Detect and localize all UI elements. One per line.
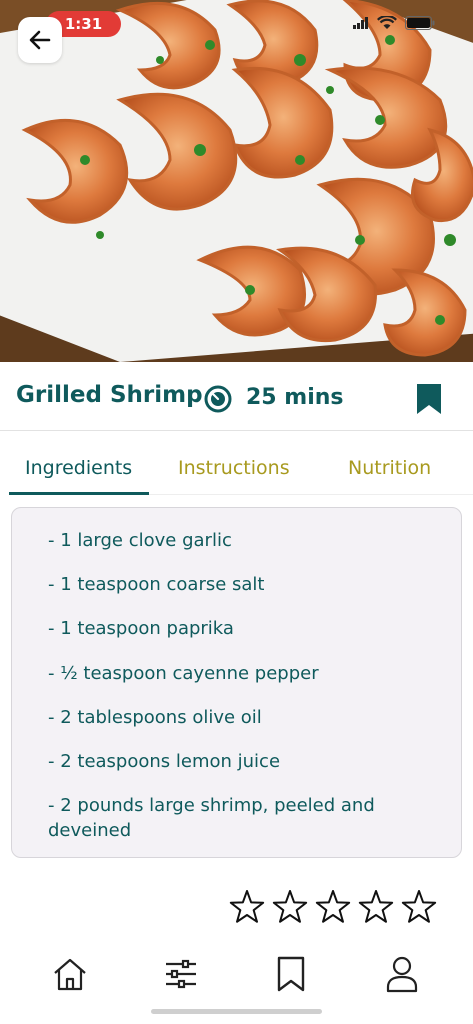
filter-sliders-icon (166, 959, 196, 989)
back-arrow-icon (29, 30, 51, 50)
nav-home[interactable] (50, 954, 90, 994)
star-icon[interactable] (229, 889, 265, 925)
battery-icon (405, 16, 435, 30)
wifi-icon (377, 16, 397, 29)
shrimp-plate-illustration (0, 0, 473, 362)
bookmark-icon (277, 956, 305, 992)
cook-time: 25 mins (246, 385, 344, 410)
signal-icon (353, 17, 368, 29)
save-bookmark-icon[interactable] (416, 383, 442, 415)
active-tab-indicator (9, 492, 149, 495)
ingredient-item: - ½ teaspoon cayenne pepper (48, 663, 319, 684)
star-icon[interactable] (401, 889, 437, 925)
rating-stars (229, 889, 437, 925)
tabs-divider (149, 494, 473, 495)
recipe-title: Grilled Shrimp (16, 382, 203, 408)
back-button[interactable] (18, 17, 62, 63)
nav-saved[interactable] (271, 954, 311, 994)
timer-icon (204, 385, 232, 413)
ingredient-item: - 1 teaspoon coarse salt (48, 574, 265, 595)
recipe-header: Grilled Shrimp 25 mins (0, 362, 473, 431)
recipe-tabs: Ingredients Instructions Nutrition (0, 444, 473, 496)
status-icons (353, 16, 435, 30)
ingredient-item: - 2 pounds large shrimp, peeled and deve… (48, 795, 375, 841)
star-icon[interactable] (315, 889, 351, 925)
star-icon[interactable] (358, 889, 394, 925)
tab-ingredients[interactable]: Ingredients (25, 457, 132, 479)
profile-icon (386, 956, 418, 993)
ingredient-item: - 1 large clove garlic (48, 530, 232, 551)
ingredients-card: - 1 large clove garlic - 1 teaspoon coar… (11, 507, 462, 858)
nav-filters[interactable] (161, 954, 201, 994)
home-indicator (151, 1009, 322, 1014)
recipe-photo (0, 0, 473, 362)
nav-profile[interactable] (382, 954, 422, 994)
ingredient-item: - 1 teaspoon paprika (48, 618, 234, 639)
star-icon[interactable] (272, 889, 308, 925)
ingredient-item: - 2 tablespoons olive oil (48, 707, 262, 728)
ingredient-item: - 2 teaspoons lemon juice (48, 751, 281, 772)
tab-instructions[interactable]: Instructions (178, 457, 290, 479)
tab-nutrition[interactable]: Nutrition (348, 457, 431, 479)
home-icon (54, 958, 86, 991)
